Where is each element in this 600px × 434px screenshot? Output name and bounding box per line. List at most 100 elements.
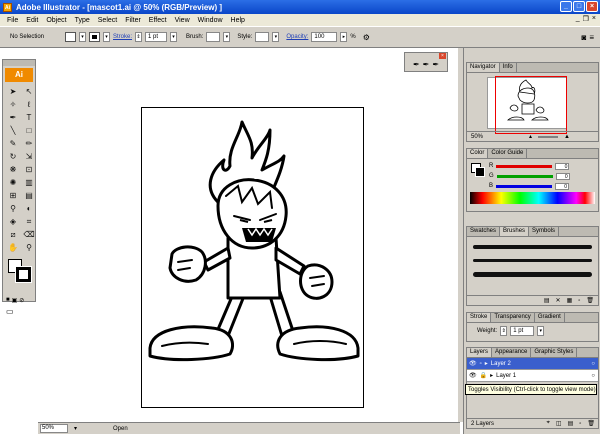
- brush-dropdown[interactable]: ▾: [223, 32, 231, 42]
- tab-color-guide[interactable]: Color Guide: [488, 149, 528, 158]
- style-dropdown[interactable]: ▾: [272, 32, 280, 42]
- gradient-tool-icon[interactable]: ▤: [22, 190, 36, 201]
- tab-navigator[interactable]: Navigator: [467, 63, 500, 72]
- hand-tool-icon[interactable]: ✋: [6, 242, 20, 253]
- lock-icon[interactable]: 🔒: [480, 372, 487, 379]
- target-icon[interactable]: ○: [591, 373, 595, 379]
- stroke-swatch[interactable]: [89, 32, 100, 42]
- lasso-tool-icon[interactable]: ℓ: [22, 99, 36, 110]
- brush-stroke-1[interactable]: [473, 245, 592, 249]
- menu-view[interactable]: View: [171, 17, 194, 24]
- color-mode-icon[interactable]: ■: [6, 297, 10, 304]
- weight-stepper[interactable]: ⇕: [500, 326, 508, 336]
- column-graph-tool-icon[interactable]: ▥: [22, 177, 36, 188]
- palette-close-icon[interactable]: ×: [439, 53, 446, 59]
- menu-filter[interactable]: Filter: [121, 17, 145, 24]
- pen-icon[interactable]: ✒: [413, 60, 420, 69]
- rectangle-tool-icon[interactable]: □: [22, 125, 36, 136]
- make-clipping-mask-icon[interactable]: ◫: [556, 420, 562, 427]
- type-tool-icon[interactable]: T: [22, 112, 36, 123]
- crop-tool-icon[interactable]: ⌗: [22, 216, 36, 227]
- tab-color[interactable]: Color: [467, 149, 489, 158]
- pencil-tool-icon[interactable]: ✏: [22, 138, 36, 149]
- layer-name[interactable]: Layer 1: [496, 373, 516, 379]
- selection-tool-icon[interactable]: ➤: [6, 86, 20, 97]
- eyedropper-tool-icon[interactable]: ⚲: [6, 203, 20, 214]
- doc-restore-button[interactable]: ❐: [583, 15, 589, 23]
- tab-gradient[interactable]: Gradient: [535, 313, 565, 322]
- symbol-sprayer-tool-icon[interactable]: ✺: [6, 177, 20, 188]
- direct-selection-tool-icon[interactable]: ↖: [22, 86, 36, 97]
- stroke-color-dropdown[interactable]: ▾: [103, 32, 110, 42]
- brush-library-icon[interactable]: ▤: [544, 297, 550, 304]
- camera-icon[interactable]: ◙: [581, 33, 586, 42]
- zoom-dropdown[interactable]: ▾: [74, 425, 77, 432]
- expand-arrow-icon[interactable]: ▸: [485, 360, 488, 367]
- channel-g-slider[interactable]: [496, 174, 553, 178]
- layer-row[interactable]: 👁 🔒 ▸ Layer 1 ○: [467, 370, 598, 382]
- gradient-mode-icon[interactable]: ▣: [12, 297, 18, 304]
- channel-b-value[interactable]: 0: [555, 182, 570, 190]
- style-field[interactable]: [255, 32, 270, 42]
- add-anchor-icon[interactable]: ✒: [423, 60, 430, 69]
- tab-swatches[interactable]: Swatches: [467, 227, 501, 236]
- live-paint-tool-icon[interactable]: ◈: [6, 216, 20, 227]
- stroke-label[interactable]: Stroke:: [113, 34, 132, 40]
- tab-layers[interactable]: Layers: [467, 348, 493, 357]
- stroke-weight-dropdown[interactable]: ▾: [170, 32, 178, 42]
- recolor-icon[interactable]: ⚙: [363, 33, 370, 42]
- tab-info[interactable]: Info: [500, 63, 517, 72]
- slice-tool-icon[interactable]: ⧄: [6, 229, 20, 240]
- menu-help[interactable]: Help: [227, 17, 249, 24]
- maximize-button[interactable]: □: [573, 1, 585, 12]
- panel-menu-icon[interactable]: ≡: [589, 33, 594, 42]
- menu-select[interactable]: Select: [94, 17, 121, 24]
- stroke-weight-stepper[interactable]: ⇕: [135, 32, 143, 42]
- doc-close-button[interactable]: ×: [592, 15, 596, 23]
- expand-arrow-icon[interactable]: ▸: [490, 372, 493, 379]
- brush-field[interactable]: [206, 32, 221, 42]
- lock-toggle[interactable]: ▫: [480, 361, 482, 367]
- menu-window[interactable]: Window: [194, 17, 227, 24]
- navigator-zoom[interactable]: 50%: [471, 134, 483, 140]
- opacity-dropdown[interactable]: ▸: [340, 32, 348, 42]
- menu-type[interactable]: Type: [71, 17, 94, 24]
- weight-field[interactable]: 1 pt: [510, 326, 535, 336]
- stroke-color-box[interactable]: [15, 266, 32, 283]
- opacity-label[interactable]: Opacity:: [286, 34, 308, 40]
- zoom-tool-icon[interactable]: ⚲: [22, 242, 36, 253]
- fill-dropdown[interactable]: ▾: [79, 32, 86, 42]
- zoom-in-icon[interactable]: ▲: [564, 134, 570, 140]
- channel-b-slider[interactable]: [496, 184, 553, 188]
- zoom-out-icon[interactable]: ▴: [529, 133, 532, 140]
- blend-tool-icon[interactable]: ◐: [22, 203, 36, 214]
- brush-stroke-2[interactable]: [473, 259, 592, 262]
- warp-tool-icon[interactable]: ❋: [6, 164, 20, 175]
- stroke-weight-field[interactable]: 1 pt: [145, 32, 168, 42]
- none-mode-icon[interactable]: ⊘: [19, 297, 24, 304]
- free-transform-tool-icon[interactable]: ⊡: [22, 164, 36, 175]
- pen-tool-icon[interactable]: ✒: [6, 112, 20, 123]
- color-stroke-box[interactable]: [475, 167, 485, 177]
- delete-layer-icon[interactable]: 🗑: [587, 420, 595, 427]
- delete-brush-icon[interactable]: 🗑: [586, 297, 594, 304]
- color-spectrum[interactable]: [470, 192, 595, 204]
- menu-object[interactable]: Object: [42, 17, 70, 24]
- rotate-tool-icon[interactable]: ↻: [6, 151, 20, 162]
- layer-row[interactable]: 👁 ▫ ▸ Layer 2 ○: [467, 358, 598, 370]
- opacity-field[interactable]: 100: [311, 32, 338, 42]
- tab-appearance[interactable]: Appearance: [492, 348, 532, 357]
- layer-name[interactable]: Layer 2: [491, 361, 511, 367]
- eraser-tool-icon[interactable]: ⌫: [22, 229, 36, 240]
- new-sublayer-icon[interactable]: ▤: [568, 420, 574, 427]
- tab-symbols[interactable]: Symbols: [529, 227, 560, 236]
- document-canvas[interactable]: × ✒ ✒ ✒: [38, 48, 458, 422]
- menu-edit[interactable]: Edit: [22, 17, 42, 24]
- zoom-field[interactable]: 50%: [40, 424, 68, 433]
- artboard[interactable]: [141, 107, 364, 408]
- minimize-button[interactable]: _: [560, 1, 572, 12]
- line-tool-icon[interactable]: ╲: [6, 125, 20, 136]
- paintbrush-tool-icon[interactable]: ✎: [6, 138, 20, 149]
- scale-tool-icon[interactable]: ⇲: [22, 151, 36, 162]
- navigator-view-box[interactable]: [495, 76, 567, 134]
